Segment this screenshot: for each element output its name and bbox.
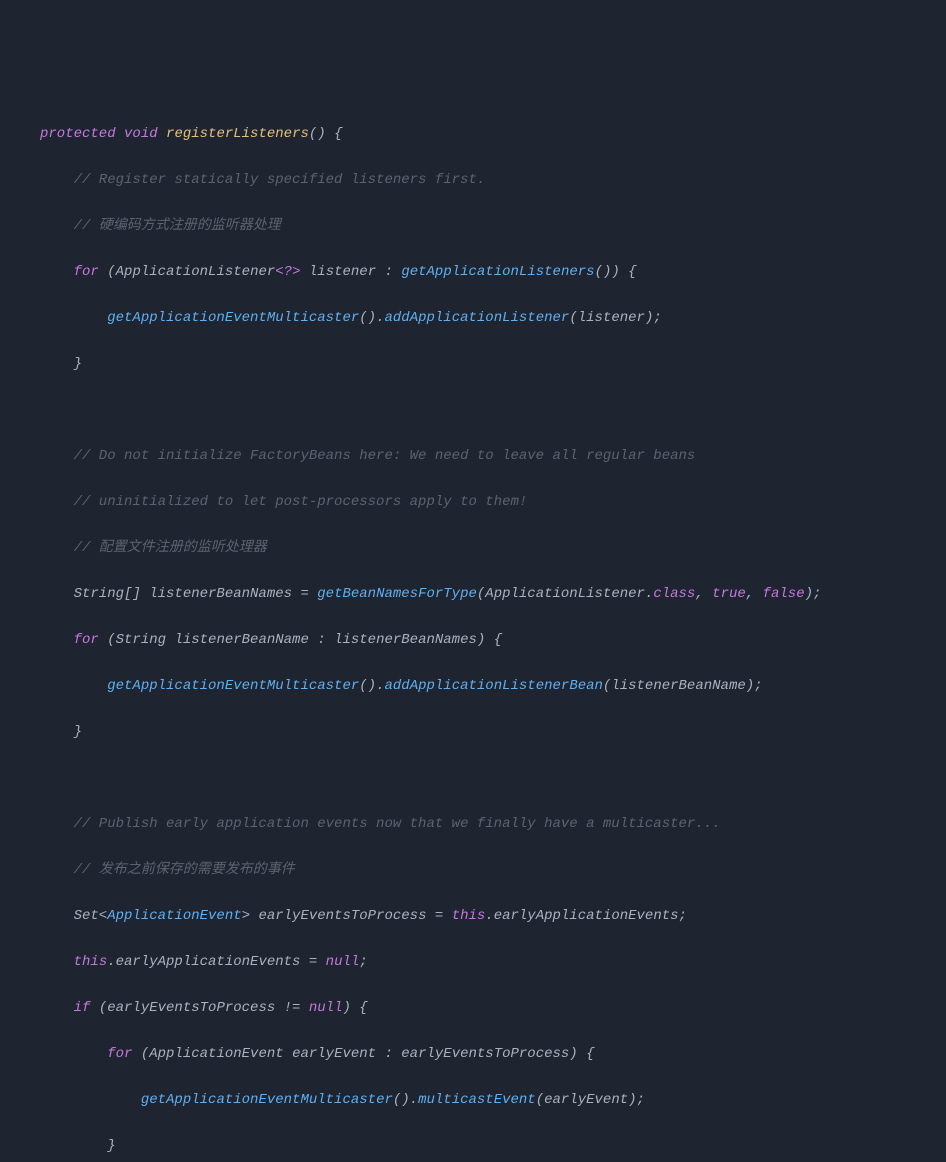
comment-line: // Register statically specified listene… [0,169,946,192]
code-line: } [0,1135,946,1158]
keyword-if: if [74,1000,91,1016]
function-call: getBeanNamesForType [309,586,477,602]
keyword-null: null [326,954,360,970]
comment-line: // 硬编码方式注册的监听器处理 [0,215,946,238]
type-name: ApplicationEvent [107,908,241,924]
function-call: addApplicationListener [384,310,569,326]
function-call: addApplicationListenerBean [384,678,602,694]
keyword-this: this [452,908,486,924]
keyword-true: true [712,586,746,602]
code-line: this.earlyApplicationEvents = null; [0,951,946,974]
code-line: if (earlyEventsToProcess != null) { [0,997,946,1020]
keyword-for: for [74,632,99,648]
keyword-false: false [763,586,805,602]
comment-line: // 配置文件注册的监听处理器 [0,537,946,560]
keyword-class: class [653,586,695,602]
generic-wildcard: <?> [275,264,300,280]
keyword-this: this [74,954,108,970]
punctuation: () { [309,126,343,142]
function-call: getApplicationEventMulticaster [141,1092,393,1108]
code-line: getApplicationEventMulticaster().multica… [0,1089,946,1112]
keyword-protected: protected [40,126,116,142]
code-line: Set<ApplicationEvent> earlyEventsToProce… [0,905,946,928]
comment-line: // 发布之前保存的需要发布的事件 [0,859,946,882]
code-line: } [0,353,946,376]
function-call: getApplicationListeners [393,264,595,280]
function-call: multicastEvent [418,1092,536,1108]
code-line: for (String listenerBeanName : listenerB… [0,629,946,652]
code-line: protected void registerListeners() { [0,123,946,146]
code-line: for (ApplicationEvent earlyEvent : early… [0,1043,946,1066]
code-line: getApplicationEventMulticaster().addAppl… [0,307,946,330]
keyword-for: for [107,1046,132,1062]
code-line: String[] listenerBeanNames = getBeanName… [0,583,946,606]
blank-line [0,399,946,422]
code-editor[interactable]: protected void registerListeners() { // … [0,100,946,1162]
keyword-for: for [74,264,99,280]
function-call: getApplicationEventMulticaster [107,678,359,694]
comment-line: // Publish early application events now … [0,813,946,836]
blank-line [0,767,946,790]
keyword-null: null [309,1000,343,1016]
code-line: getApplicationEventMulticaster().addAppl… [0,675,946,698]
code-line: for (ApplicationListener<?> listener : g… [0,261,946,284]
function-call: getApplicationEventMulticaster [107,310,359,326]
comment-line: // uninitialized to let post-processors … [0,491,946,514]
keyword-void: void [124,126,158,142]
function-name: registerListeners [166,126,309,142]
comment-line: // Do not initialize FactoryBeans here: … [0,445,946,468]
type-name: ApplicationListener [116,264,276,280]
code-line: } [0,721,946,744]
